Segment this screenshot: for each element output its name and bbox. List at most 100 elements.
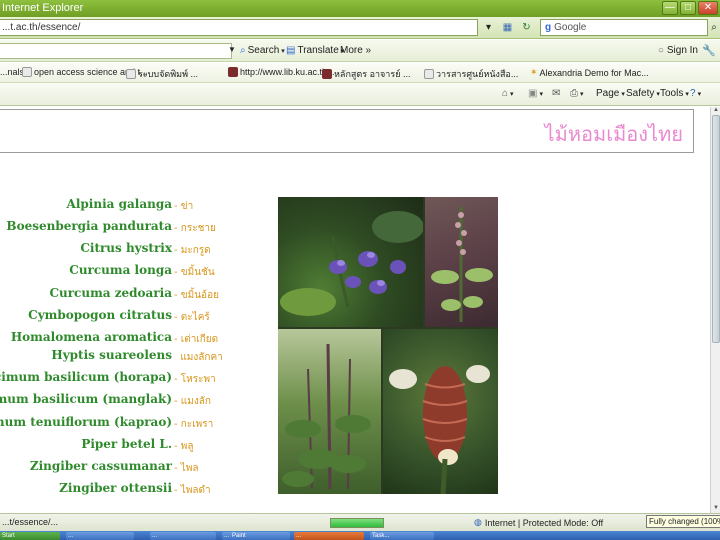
vertical-scrollbar[interactable]: ▲ ▼: [710, 107, 720, 513]
purple-flower-photo: [278, 197, 423, 327]
help-button[interactable]: ? ▾: [690, 88, 701, 99]
plant-row: Zingiber cassumanar - ไพล: [0, 459, 276, 479]
search-go-icon[interactable]: ⌕: [708, 19, 720, 36]
plant-scientific-name: Homalomena aromatica: [10, 330, 172, 344]
plant-scientific-name: Piper betel L.: [81, 437, 172, 451]
toolbar-search-label: Search: [247, 45, 280, 56]
search-input[interactable]: g Google: [540, 19, 708, 36]
chevron-down-icon: ▾: [539, 90, 543, 98]
status-text: ...t/essence/...: [2, 517, 59, 527]
chevron-down-icon: ▾: [580, 90, 584, 98]
taskbar-item[interactable]: ...: [294, 532, 364, 540]
print-button[interactable]: ⎙ ▾: [570, 88, 584, 99]
favorite-page-icon: [126, 69, 136, 79]
ginger-flower-photo: [383, 329, 498, 494]
toolbar-translate-button[interactable]: ▤ Translate ▾: [286, 45, 344, 56]
tools-menu-label: Tools: [660, 88, 684, 99]
plant-thai-name: - ขมิ้นอ้อย: [174, 290, 219, 301]
wrench-icon[interactable]: 🔧: [702, 44, 716, 57]
scroll-down-icon[interactable]: ▼: [712, 505, 720, 512]
chevron-down-icon[interactable]: ▼: [228, 45, 236, 54]
toolbar-search-button[interactable]: ⌕ Search ▾: [240, 45, 285, 56]
home-button[interactable]: ⌂ ▾: [502, 88, 514, 99]
plant-scientific-name: Ocimum basilicum (manglak): [0, 392, 172, 406]
progress-fill: [331, 519, 383, 527]
taskbar-item[interactable]: ...: [66, 532, 134, 540]
maximize-button[interactable]: □: [680, 1, 696, 15]
favorite-site-icon: [228, 67, 238, 77]
taskbar-item[interactable]: Paint: [230, 532, 290, 540]
plant-thai-name: - กระชาย: [174, 223, 216, 234]
chevron-down-icon: ▾: [510, 90, 514, 98]
plant-scientific-name: Citrus hystrix: [80, 241, 172, 255]
chevron-down-icon: ▾: [621, 90, 625, 98]
plant-thai-name: - ตะไคร้: [174, 312, 210, 323]
favorite-label: หลักสูตร อาจารย์ ...: [334, 69, 411, 79]
favorite-item[interactable]: ✶ Alexandria Demo for Mac...: [530, 67, 649, 78]
favorite-item[interactable]: วารสารศูนย์หนังสือ...: [424, 67, 518, 81]
favorite-item[interactable]: ระบบจัดพิมพ์ ...: [126, 67, 198, 81]
taskbar-item[interactable]: ...: [150, 532, 216, 540]
translate-icon: ▤: [286, 45, 296, 56]
plant-row: Boesenbergia pandurata - กระชาย: [0, 219, 276, 239]
page-header: ไม้หอมเมืองไทย: [0, 109, 694, 153]
plant-photo-collage: [278, 197, 498, 494]
plant-scientific-name: Zingiber cassumanar: [29, 459, 172, 473]
plant-thai-name: - ขมิ้นชัน: [174, 267, 215, 278]
address-input[interactable]: ...t.ac.th/essence/: [0, 19, 478, 36]
plant-scientific-name: Zingiber ottensii: [59, 481, 172, 495]
toolbar-more-label: More »: [340, 45, 372, 56]
page-menu-button[interactable]: Page ▾: [596, 88, 625, 99]
mail-button[interactable]: ✉: [552, 88, 560, 99]
plant-scientific-name: Curcuma zedoaria: [49, 286, 172, 300]
plant-row: Ocimum basilicum (horapa) - โหระพา: [0, 370, 276, 390]
refresh-icon[interactable]: ↻: [520, 21, 533, 34]
scrollbar-thumb[interactable]: [712, 115, 720, 343]
favorite-item[interactable]: ...nals: [0, 67, 24, 77]
scroll-up-icon[interactable]: ▲: [712, 107, 720, 114]
toolbar-more-button[interactable]: More »: [340, 45, 371, 56]
plant-row: Cymbopogon citratus - ตะไคร้: [0, 308, 276, 328]
title-bar: Internet Explorer — □ ✕: [0, 0, 720, 17]
chevron-down-icon: ▾: [697, 90, 702, 98]
tools-menu-button[interactable]: Tools ▾: [660, 88, 689, 99]
page-menu-label: Page: [596, 88, 620, 99]
favorite-label: ...nals: [0, 67, 25, 77]
command-bar: ⌂ ▾ ▣ ▾ ✉ ⎙ ▾ Page ▾ Safety ▾ Tools ▾ ? …: [0, 83, 720, 106]
plant-row: Citrus hystrix - มะกรูด: [0, 241, 276, 261]
zoom-tooltip: Fully changed (100%): [646, 515, 720, 528]
window-controls: — □ ✕: [662, 1, 718, 15]
feeds-button[interactable]: ▣ ▾: [528, 88, 543, 99]
chevron-down-icon: ▾: [685, 90, 689, 98]
plant-row: Alpinia galanga - ข่า: [0, 197, 276, 217]
compatibility-icon[interactable]: ▦: [501, 21, 514, 34]
plant-row: Curcuma zedoaria - ขมิ้นอ้อย: [0, 286, 276, 306]
basil-spike-photo: [425, 197, 498, 327]
windows-taskbar: Start ... ... ... Paint ... Task...: [0, 531, 720, 540]
minimize-button[interactable]: —: [662, 1, 678, 15]
favorite-item[interactable]: http://www.lib.ku.ac.th...: [228, 67, 335, 77]
sign-in-button[interactable]: ○ Sign In: [658, 45, 698, 56]
favorite-item[interactable]: หลักสูตร อาจารย์ ...: [322, 67, 410, 81]
plant-scientific-name: Alpinia galanga: [66, 197, 172, 211]
google-toolbar-search-input[interactable]: [0, 43, 232, 59]
plant-scientific-name: Cymbopogon citratus: [28, 308, 172, 322]
plant-thai-name: - โหระพา: [174, 374, 216, 385]
plant-thai-name: - เต่าเกียด: [174, 334, 219, 345]
favorite-label: วารสารศูนย์หนังสือ...: [436, 69, 519, 79]
plant-row: Ocimum basilicum (manglak) - แมงลัก: [0, 392, 276, 412]
safety-menu-button[interactable]: Safety ▾: [626, 88, 660, 99]
favorite-label: ระบบจัดพิมพ์ ...: [138, 69, 199, 79]
security-zone[interactable]: ◍ Internet | Protected Mode: Off: [474, 517, 603, 528]
dropdown-arrow-icon[interactable]: ▾: [482, 21, 495, 34]
close-button[interactable]: ✕: [698, 1, 718, 15]
taskbar-item[interactable]: Task...: [370, 532, 434, 540]
plant-thai-name: - แมงลัก: [174, 396, 211, 407]
plant-row: Hyptis suareolens แมงลักคา: [0, 348, 276, 368]
start-button[interactable]: Start: [0, 532, 60, 540]
plant-row: Zingiber ottensii - ไพลดำ: [0, 481, 276, 501]
plant-thai-name: - กะเพรา: [174, 419, 214, 430]
radio-icon: ○: [657, 45, 664, 56]
plant-thai-name: - มะกรูด: [174, 245, 211, 256]
plant-thai-name: - ข่า: [174, 201, 194, 212]
